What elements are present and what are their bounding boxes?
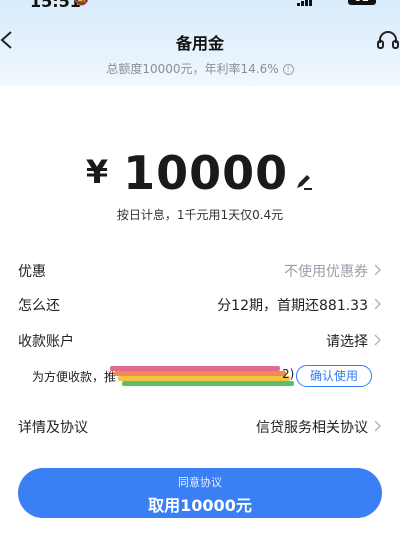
chevron-right-icon (374, 420, 382, 432)
bell-mute-icon: 🔕 (74, 0, 89, 6)
agree-label: 同意协议 (178, 476, 222, 489)
status-bar: 15:51 🔕 ◠ 92 (0, 0, 400, 11)
confirm-use-button[interactable]: 确认使用 (296, 365, 372, 387)
agree-and-withdraw-button[interactable]: 同意协议 取用10000元 (18, 468, 382, 518)
row-value: 信贷服务相关协议 (256, 420, 368, 436)
wifi-icon: ◠ (326, 0, 336, 6)
row-label: 详情及协议 (18, 420, 88, 436)
amount-value: 10000 (123, 146, 289, 200)
pencil-icon (297, 175, 313, 190)
credit-summary: 总额度10000元，年利率14.6%! (0, 60, 400, 77)
row-agreements[interactable]: 详情及协议 信贷服务相关协议 (18, 414, 382, 438)
row-label: 优惠 (18, 264, 46, 280)
chevron-right-icon (374, 298, 382, 310)
row-repayment[interactable]: 怎么还 分12期，首期还881.33 (18, 292, 382, 316)
signal-icon (297, 0, 313, 6)
row-receiving-account[interactable]: 收款账户 请选择 (18, 328, 382, 352)
row-label: 收款账户 (18, 334, 74, 350)
row-value: 分12期，首期还881.33 (217, 298, 368, 314)
chevron-right-icon (374, 264, 382, 276)
headset-icon (377, 31, 399, 49)
row-discount[interactable]: 优惠 不使用优惠券 (18, 258, 382, 282)
withdraw-label: 取用10000元 (148, 496, 252, 515)
notice-fragment: 2) (282, 367, 295, 381)
notice-text: 为方便收款，推 (32, 370, 117, 384)
interest-note: 按日计息，1千元用1天仅0.4元 (116, 208, 284, 222)
row-value: 不使用优惠券 (284, 264, 368, 280)
battery-indicator: 92 (348, 0, 376, 5)
row-label: 怎么还 (18, 298, 60, 314)
chevron-right-icon (374, 334, 382, 346)
row-value: 请选择 (326, 334, 368, 350)
credit-summary-text: 总额度10000元，年利率14.6% (106, 62, 279, 76)
customer-service-button[interactable] (376, 30, 400, 52)
edit-amount-button[interactable] (294, 148, 314, 190)
page-title: 备用金 (175, 34, 224, 53)
currency-symbol: ¥ (85, 153, 110, 191)
amount-display: ¥10000 (0, 146, 400, 200)
redaction-overlay: 2) (110, 364, 295, 392)
info-icon[interactable]: ! (282, 64, 294, 75)
